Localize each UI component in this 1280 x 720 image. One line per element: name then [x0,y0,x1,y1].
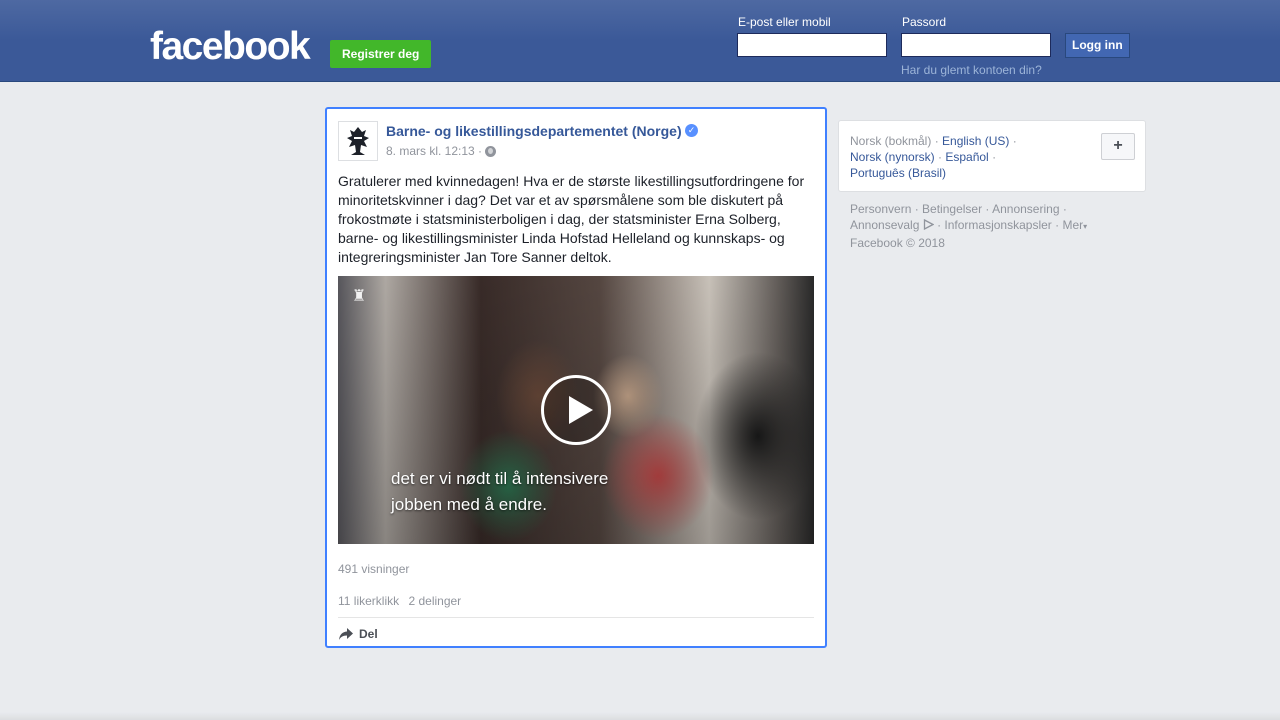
footer-link-terms[interactable]: Betingelser [922,202,982,216]
subtitle-line: jobben med å endre. [391,495,547,514]
more-label: Mer [1062,218,1084,232]
language-link-espanol[interactable]: Español [945,150,988,164]
play-icon[interactable] [541,375,611,445]
engagement-stats: 11 likerklikk 2 delinger [338,594,467,608]
verified-badge-icon: ✓ [685,124,698,137]
password-label: Passord [902,15,947,29]
share-arrow-icon [339,628,353,640]
bottom-shadow [0,712,1280,720]
top-bar: facebook Registrer deg E-post eller mobi… [0,0,1280,82]
copyright: Facebook © 2018 [850,236,945,250]
password-field[interactable] [901,33,1051,57]
ad-choices-icon [923,218,935,231]
language-link-english[interactable]: English (US) [942,134,1009,148]
login-button[interactable]: Logg inn [1065,33,1130,58]
coat-of-arms-watermark-icon: ♜ [352,288,367,305]
caret-down-icon: ▾ [1083,222,1088,231]
forgot-account-link[interactable]: Har du glemt kontoen din? [901,63,1042,77]
language-selector: Norsk (bokmål) · English (US) · Norsk (n… [838,120,1146,192]
language-list: Norsk (bokmål) · English (US) · Norsk (n… [850,134,1017,180]
footer-links: Personvern · Betingelser · Annonsering ·… [850,202,1088,250]
shares-count-link[interactable]: 2 delinger [408,594,461,608]
view-count: 491 visninger [338,562,410,576]
language-link-nynorsk[interactable]: Norsk (nynorsk) [850,150,935,164]
likes-count-link[interactable]: 11 likerklikk [338,594,399,608]
footer-link-privacy[interactable]: Personvern [850,202,911,216]
coat-of-arms-icon [347,127,369,155]
facebook-logo[interactable]: facebook [150,26,311,68]
page-name-link[interactable]: Barne- og likestillingsdepartementet (No… [386,123,682,139]
post-card: Barne- og likestillingsdepartementet (No… [325,107,827,648]
language-link-portugues[interactable]: Português (Brasil) [850,166,946,180]
register-button[interactable]: Registrer deg [330,40,432,68]
email-label: E-post eller mobil [738,15,831,29]
globe-icon [485,146,496,157]
subtitle-line: det er vi nødt til å intensivere [391,469,609,488]
post-timestamp[interactable]: 8. mars kl. 12:13 · [386,144,482,158]
language-current: Norsk (bokmål) [850,134,932,148]
share-label: Del [359,627,378,641]
footer-link-more[interactable]: Mer▾ [1062,218,1087,232]
email-field[interactable] [737,33,887,57]
footer-link-cookies[interactable]: Informasjonskapsler [944,218,1051,232]
video-player[interactable]: ♜ det er vi nødt til å intensivere jobbe… [338,276,814,544]
footer-link-advertising[interactable]: Annonsering [992,202,1059,216]
post-text: Gratulerer med kvinnedagen! Hva er de st… [338,173,805,265]
divider [338,617,814,618]
page-avatar[interactable] [338,121,378,161]
footer-link-ad-choices[interactable]: Annonsevalg [850,218,919,232]
add-language-button[interactable]: + [1101,133,1135,160]
share-button[interactable]: Del [338,625,378,643]
video-subtitle: det er vi nødt til å intensivere jobben … [391,466,608,518]
